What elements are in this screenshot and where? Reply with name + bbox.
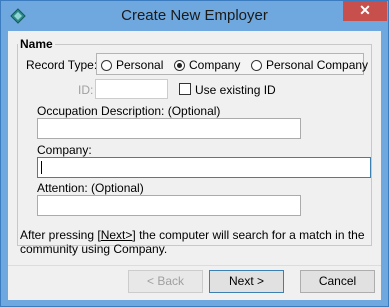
company-label: Company: bbox=[37, 143, 92, 157]
back-button[interactable]: < Back bbox=[128, 270, 203, 293]
window-title: Create New Employer bbox=[121, 7, 268, 24]
info-text-key: Next> bbox=[100, 228, 133, 242]
attention-label: Attention: (Optional) bbox=[37, 181, 144, 195]
radio-personal-label: Personal bbox=[116, 58, 164, 72]
record-type-label: Record Type: bbox=[26, 58, 98, 72]
next-button[interactable]: Next > bbox=[209, 270, 284, 293]
info-text-line2: community using Company. bbox=[20, 242, 168, 256]
dialog-window: Create New Employer ✕ Name Record Type: … bbox=[0, 0, 389, 307]
occupation-label: Occupation Description: (Optional) bbox=[37, 104, 221, 118]
radio-company[interactable]: Company bbox=[174, 58, 240, 72]
radio-personal-company[interactable]: Personal Company bbox=[251, 58, 368, 72]
radio-personal[interactable]: Personal bbox=[101, 58, 163, 72]
dialog-client-area: Name Record Type: Personal Company Perso… bbox=[8, 31, 381, 300]
id-input[interactable] bbox=[95, 79, 168, 99]
info-text-line1: After pressing [Next>] the computer will… bbox=[20, 228, 365, 242]
info-text-post: the computer will search for a match in … bbox=[135, 228, 365, 242]
use-existing-id-checkbox[interactable] bbox=[179, 83, 191, 95]
radio-personal-company-indicator bbox=[251, 59, 262, 71]
radio-personal-indicator bbox=[101, 59, 112, 71]
record-type-radio-group: Personal Company Personal Company bbox=[96, 53, 368, 75]
info-text-pre: After pressing bbox=[20, 228, 98, 242]
text-caret bbox=[41, 161, 42, 174]
radio-company-indicator bbox=[174, 59, 185, 71]
occupation-input[interactable] bbox=[37, 118, 301, 139]
cancel-button[interactable]: Cancel bbox=[300, 270, 375, 293]
radio-company-label: Company bbox=[189, 58, 241, 72]
name-group-legend: Name bbox=[18, 37, 55, 51]
company-input[interactable] bbox=[37, 157, 371, 178]
attention-input[interactable] bbox=[37, 195, 301, 216]
close-button[interactable]: ✕ bbox=[343, 1, 387, 21]
use-existing-id-label: Use existing ID bbox=[195, 83, 276, 97]
title-bar[interactable]: Create New Employer ✕ bbox=[1, 1, 388, 30]
button-separator bbox=[8, 265, 381, 266]
close-icon: ✕ bbox=[359, 2, 371, 18]
id-label: ID: bbox=[78, 83, 94, 97]
radio-personal-company-label: Personal Company bbox=[266, 58, 369, 72]
